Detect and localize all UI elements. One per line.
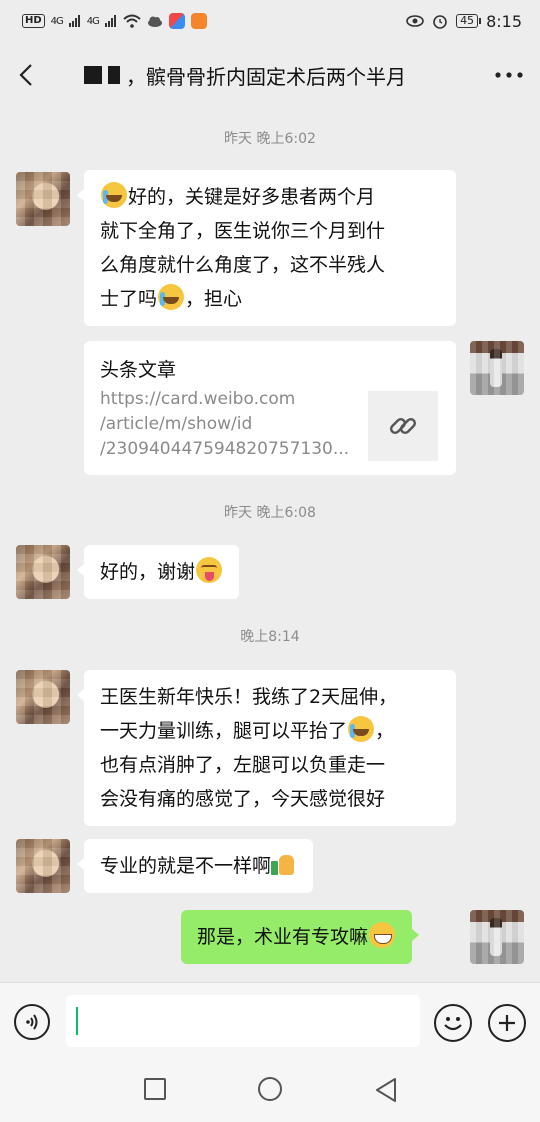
input-bar [0,982,540,1060]
signal-bars-icon [104,15,116,27]
video-app-icon [190,13,207,29]
link-card-url: https://card.weibo.com /article/m/show/i… [100,387,350,462]
plus-icon [499,1015,515,1031]
message-text: 好的，谢谢 [100,561,196,583]
status-right: 45 8:15 [406,12,522,31]
message-bubble[interactable]: 好的，关键是好多患者两个月 就下全角了，医生说你三个月到什 么角度就什么角度了，… [77,170,456,326]
chevron-left-icon [19,64,32,86]
home-button[interactable] [258,1077,282,1101]
message-text: ，担心 [185,288,243,310]
link-url-line: /article/m/show/id [100,414,253,434]
self-avatar[interactable] [470,341,524,395]
more-button[interactable] [478,42,540,108]
message-input[interactable] [66,995,420,1047]
tongue-emoji-icon [196,557,223,583]
message-text: 那是，术业有专攻嘛 [197,926,369,948]
clock: 8:15 [486,11,522,31]
alarm-icon [433,15,447,29]
emoji-button[interactable] [434,1004,472,1042]
link-card[interactable]: 头条文章 https://card.weibo.com /article/m/s… [84,341,456,475]
contact-avatar[interactable] [16,839,70,893]
message-bubble-self[interactable]: 那是，术业有专攻嘛 [181,910,420,964]
message-text: 士了吗 [100,288,158,310]
crying-emoji-icon [158,284,185,310]
recent-apps-button[interactable] [144,1078,166,1100]
timestamp: 晚上8:14 [240,629,300,645]
more-functions-button[interactable] [488,1004,526,1042]
voice-button[interactable] [14,1004,50,1040]
contact-avatar[interactable] [16,670,70,724]
status-bar: HD 4G 4G 45 8:15 [0,0,540,42]
chat-area[interactable]: 昨天 晚上6:02 好的，关键是好多患者两个月 就下全角了，医生说你三个月到什 … [0,108,540,982]
signal-bars-icon [68,15,80,27]
message-bubble[interactable]: 专业的就是不一样啊 [76,839,314,893]
link-url-line: /230940447594820757130... [100,439,350,459]
message-text: 一天力量训练，腿可以平抬了 [100,720,348,742]
signal-2: 4G [86,15,100,27]
message-text: 会没有痛的感觉了，今天感觉很好 [100,788,386,810]
timestamp: 昨天 晚上6:08 [224,505,316,521]
grin-emoji-icon [369,922,396,948]
cloud-icon [147,16,162,27]
message-text: ， [375,720,395,742]
battery-indicator: 45 [456,14,482,28]
eye-icon [406,15,424,27]
self-avatar[interactable] [470,910,524,964]
redacted-block [84,66,102,84]
signal-1: 4G [50,15,64,27]
message-bubble[interactable]: 王医生新年快乐！我练了2天屈伸， 一天力量训练，腿可以平抬了 ， 也有点消肿了，左… [77,670,456,826]
voice-icon [26,1014,38,1030]
message-text: 王医生新年快乐！我练了2天屈伸， [100,686,398,708]
chat-title: ，髌骨骨折内固定术后两个半月 [52,61,478,90]
more-icon [495,72,523,78]
wifi-icon [123,14,141,28]
nav-back-icon[interactable] [374,1077,398,1103]
message-text: 么角度就什么角度了，这不半残人 [100,254,386,276]
message-text: 也有点消肿了，左腿可以负重走一 [100,754,386,776]
link-url-line: https://card.weibo.com [100,389,296,409]
emoji-icon [444,1017,462,1031]
app-notification-icon [168,13,185,29]
contact-avatar[interactable] [16,545,70,599]
crying-emoji-icon [348,716,375,742]
message-bubble[interactable]: 好的，谢谢 [76,545,240,599]
link-card-title: 头条文章 [100,359,177,381]
message-text: 就下全角了，医生说你三个月到什 [100,220,386,242]
redacted-block [108,66,120,84]
system-nav-bar [0,1060,540,1122]
text-caret [76,1007,78,1035]
link-icon [389,417,417,435]
contact-avatar[interactable] [16,172,70,226]
link-thumbnail [368,391,438,461]
chat-title-text: ，髌骨骨折内固定术后两个半月 [126,64,406,89]
message-text: 好的，关键是好多患者两个月 [128,186,376,208]
timestamp: 昨天 晚上6:02 [224,131,316,147]
crying-emoji-icon [101,182,127,208]
hd-indicator: HD [22,14,45,28]
chat-header: ，髌骨骨折内固定术后两个半月 [0,42,540,108]
thumbs-up-icon [271,851,297,877]
back-button[interactable] [0,42,52,108]
message-text: 专业的就是不一样啊 [100,855,272,877]
status-left: HD 4G 4G [22,13,207,29]
